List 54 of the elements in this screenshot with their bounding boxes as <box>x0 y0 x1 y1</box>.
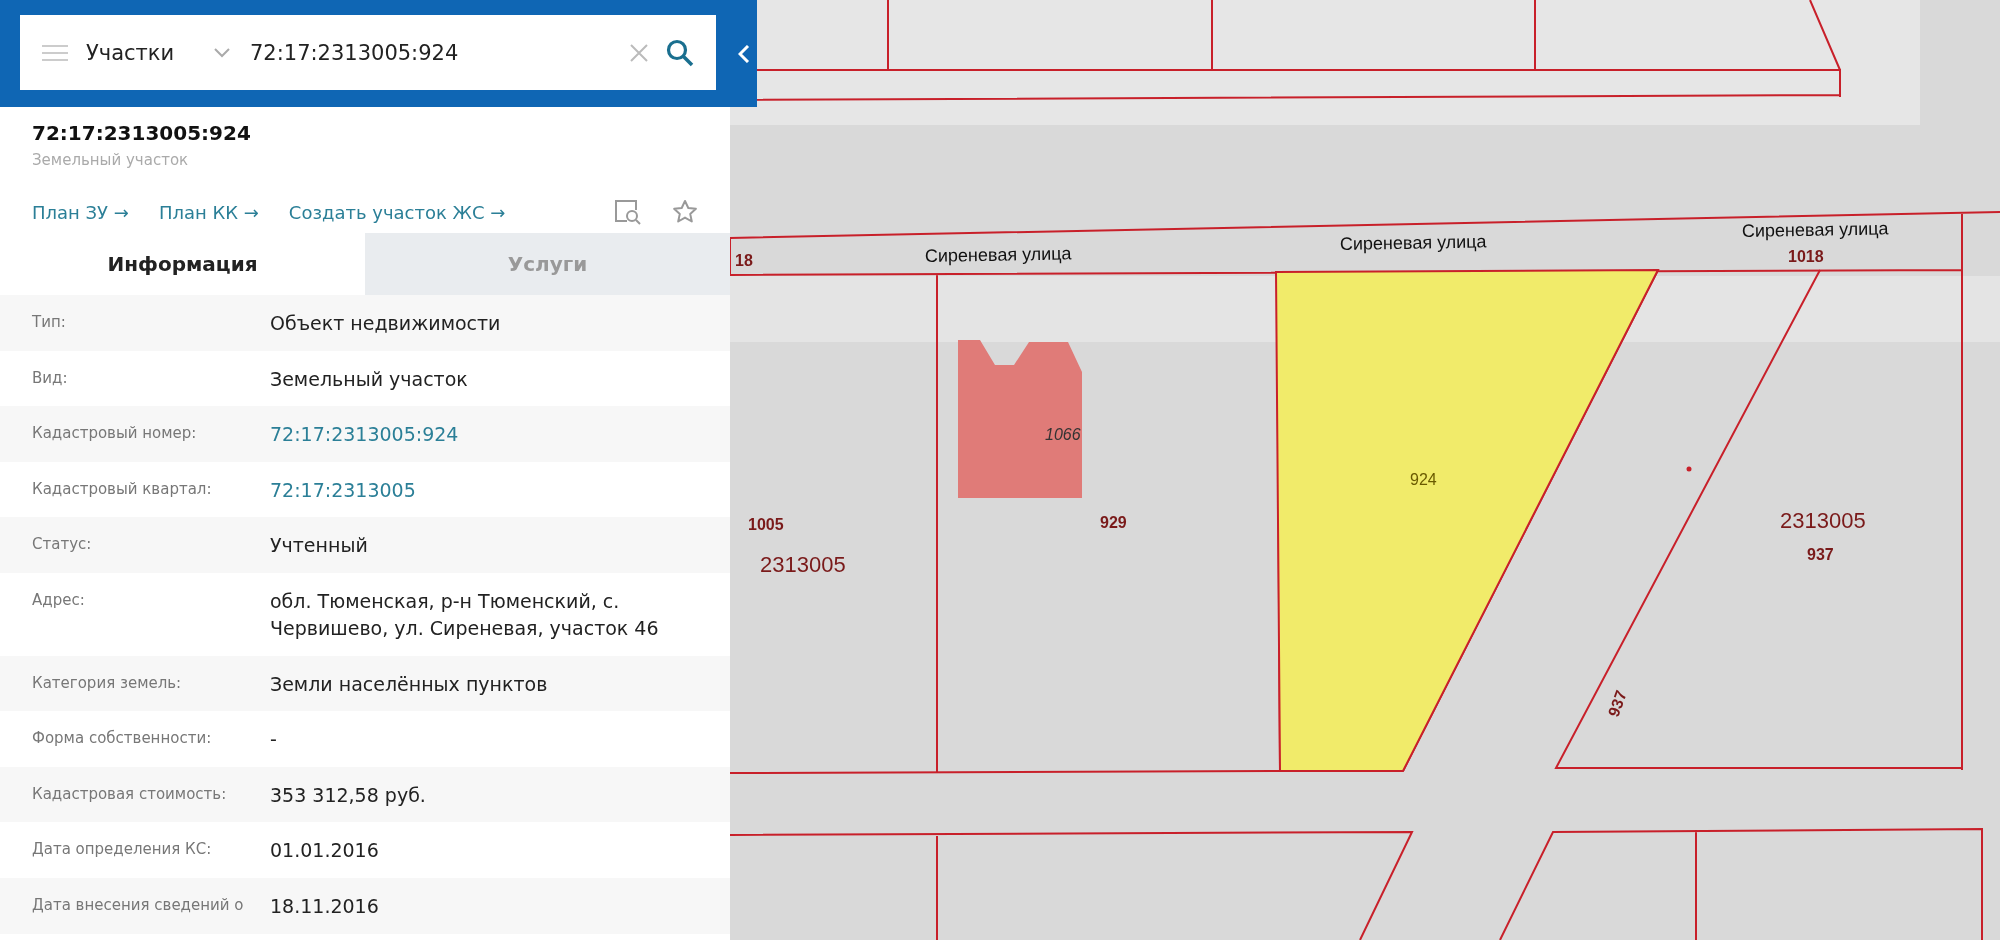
map-label: Сиреневая улица <box>924 243 1072 266</box>
chevron-down-icon[interactable] <box>214 47 230 58</box>
object-type: Земельный участок <box>32 151 190 169</box>
field-link[interactable]: 72:17:2313005:924 <box>270 421 700 449</box>
field-label: Вид: <box>32 367 69 387</box>
selected-parcel[interactable] <box>1275 269 1660 772</box>
field-label: Форма собственности: <box>32 728 213 748</box>
field-link[interactable]: 72:17:2313005 <box>270 476 700 505</box>
map-label: 1066 <box>1045 426 1081 443</box>
plan-link[interactable]: План КК → <box>158 201 259 223</box>
map-label: 924 <box>1410 471 1437 488</box>
field-value: Земельный участок <box>270 366 469 392</box>
field-label: Дата внесения сведений о <box>32 895 245 914</box>
object-number: 72:17:2313005:924 <box>32 121 252 145</box>
field-value: 18.11.2016 <box>270 894 380 919</box>
field-value: Объект недвижимости <box>270 311 502 336</box>
field-label: Адрес: <box>32 589 86 609</box>
field-label: Дата определения КС: <box>32 839 213 859</box>
field-value: Земли населённых пунктов <box>270 671 549 697</box>
map-label: 937 <box>1604 688 1630 720</box>
field-label: Статус: <box>32 534 93 554</box>
field-label: Кадастровый квартал: <box>32 478 213 498</box>
map-search-icon[interactable] <box>614 199 642 225</box>
map-label: 2313005 <box>1780 508 1866 533</box>
chevron-left-icon[interactable] <box>737 44 750 63</box>
search-icon[interactable] <box>666 38 694 67</box>
building-footprint[interactable] <box>958 340 1082 498</box>
collapse-tab[interactable] <box>730 0 757 107</box>
map-label: Сиреневая улица <box>1741 218 1889 241</box>
menu-icon[interactable] <box>42 43 68 62</box>
plan-link[interactable]: Создать участок ЖС → <box>288 201 506 223</box>
map-label: 18 <box>735 252 753 269</box>
plan-link[interactable]: План ЗУ → <box>32 201 129 223</box>
map-label: 1005 <box>748 516 784 533</box>
field-label: Кадастровая стоимость: <box>32 783 228 803</box>
field-value: обл. Тюменская, р-н Тюменский, с. Червишево, ул. Сиреневая, участок 46 <box>270 588 660 642</box>
clear-icon[interactable] <box>630 43 648 62</box>
map-label: 929 <box>1100 514 1127 531</box>
cadastral-map[interactable]: 18 Сиреневая улица Сиреневая улица Сиреневая улица 1018 1066 1005 929 924 2313005 2313005 937 937 <box>730 0 2000 940</box>
map-label: 2313005 <box>760 552 846 577</box>
field-label: Тип: <box>32 312 67 331</box>
map-label: 937 <box>1807 546 1834 563</box>
point-marker <box>1686 466 1692 472</box>
map-label: 1018 <box>1788 248 1824 265</box>
field-value: - <box>270 727 278 753</box>
field-value: 01.01.2016 <box>270 838 380 864</box>
field-label: Кадастровый номер: <box>32 423 198 443</box>
tab[interactable]: Услуги <box>365 233 730 295</box>
field-value: 353 312,58 руб. <box>270 782 427 808</box>
layer-select[interactable]: Участки <box>86 40 196 65</box>
star-icon[interactable] <box>672 199 698 225</box>
field-value: Учтенный <box>270 533 369 559</box>
map-label: Сиреневая улица <box>1339 231 1487 254</box>
field-label: Категория земель: <box>32 672 183 692</box>
